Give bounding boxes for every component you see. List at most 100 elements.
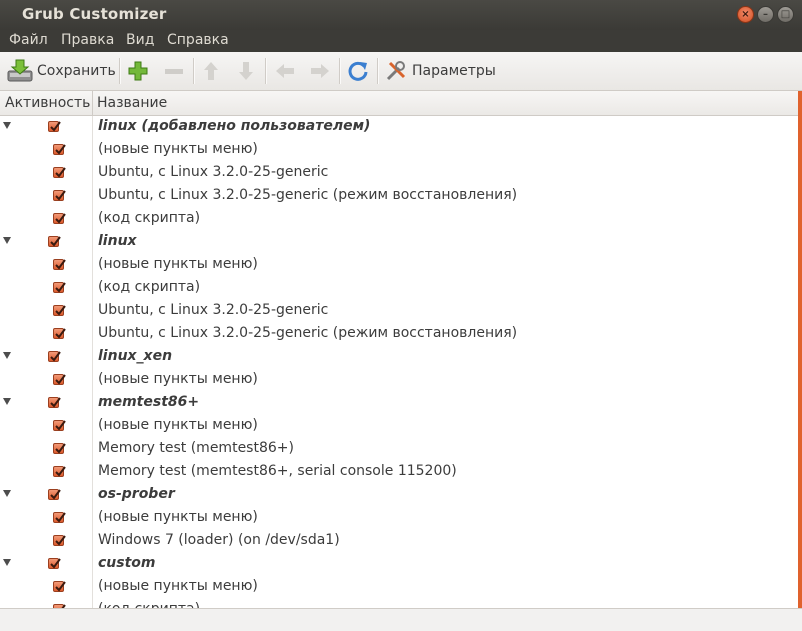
minimize-icon: – xyxy=(763,8,768,20)
active-checkbox[interactable] xyxy=(48,121,61,132)
tree-group-row[interactable]: custom xyxy=(0,553,798,576)
active-checkbox[interactable] xyxy=(53,144,66,155)
checkmark-icon xyxy=(55,443,66,454)
remove-button[interactable] xyxy=(162,57,186,85)
active-checkbox[interactable] xyxy=(53,328,66,339)
active-checkbox[interactable] xyxy=(53,374,66,385)
tree-entry-row[interactable]: Windows 7 (loader) (on /dev/sda1) xyxy=(0,530,798,553)
move-up-button[interactable] xyxy=(199,57,223,85)
active-checkbox[interactable] xyxy=(48,236,61,247)
menu-bar: Файл Правка Вид Справка xyxy=(0,30,802,52)
checkmark-icon xyxy=(55,144,66,155)
arrow-up-icon xyxy=(204,62,218,80)
expander-triangle-icon[interactable] xyxy=(3,559,11,566)
entry-name: Ubuntu, с Linux 3.2.0-25-generic (режим … xyxy=(98,187,518,203)
group-name: memtest86+ xyxy=(98,394,200,410)
expander-triangle-icon[interactable] xyxy=(3,237,11,244)
tree-entry-row[interactable]: Ubuntu, с Linux 3.2.0-25-generic xyxy=(0,300,798,323)
tree-group-row[interactable]: linux (добавлено пользователем) xyxy=(0,116,798,139)
menu-edit[interactable]: Правка xyxy=(61,32,114,48)
entry-name: (новые пункты меню) xyxy=(98,371,258,387)
close-button[interactable]: × xyxy=(737,6,754,23)
active-checkbox[interactable] xyxy=(53,190,66,201)
menu-help[interactable]: Справка xyxy=(167,32,229,48)
active-checkbox[interactable] xyxy=(53,305,66,316)
active-checkbox[interactable] xyxy=(48,351,61,362)
toolbar-separator xyxy=(119,58,121,84)
minimize-button[interactable]: – xyxy=(757,6,774,23)
settings-button[interactable]: Параметры xyxy=(384,57,496,85)
column-header-name[interactable]: Название xyxy=(97,95,167,111)
tree-group-row[interactable]: linux_xen xyxy=(0,346,798,369)
checkmark-icon xyxy=(55,466,66,477)
scrollbar[interactable] xyxy=(798,91,802,608)
tree-entry-row[interactable]: (новые пункты меню) xyxy=(0,507,798,530)
move-right-button[interactable] xyxy=(308,57,332,85)
minus-icon xyxy=(165,69,183,74)
tree-entry-row[interactable]: (код скрипта) xyxy=(0,208,798,231)
tree-entry-row[interactable]: (новые пункты меню) xyxy=(0,576,798,599)
tree-rows: linux (добавлено пользователем) (новые пу… xyxy=(0,116,798,608)
active-checkbox[interactable] xyxy=(53,581,66,592)
tree-entry-row[interactable]: (новые пункты меню) xyxy=(0,139,798,162)
entry-name: (новые пункты меню) xyxy=(98,509,258,525)
maximize-button[interactable]: □ xyxy=(777,6,794,23)
menu-file[interactable]: Файл xyxy=(9,32,48,48)
active-checkbox[interactable] xyxy=(53,282,66,293)
entry-name: (новые пункты меню) xyxy=(98,141,258,157)
active-checkbox[interactable] xyxy=(53,512,66,523)
reload-button[interactable] xyxy=(346,57,370,85)
toolbar: Сохранить Параметры xyxy=(0,52,802,91)
tree-entry-row[interactable]: Memory test (memtest86+) xyxy=(0,438,798,461)
active-checkbox[interactable] xyxy=(53,466,66,477)
active-checkbox[interactable] xyxy=(48,558,61,569)
entry-name: Memory test (memtest86+) xyxy=(98,440,294,456)
checkmark-icon xyxy=(50,351,61,362)
group-name: custom xyxy=(98,555,156,571)
save-icon xyxy=(7,59,33,82)
tree-entry-row[interactable]: (код скрипта) xyxy=(0,599,798,608)
expander-triangle-icon[interactable] xyxy=(3,490,11,497)
expander-triangle-icon[interactable] xyxy=(3,122,11,129)
expander-triangle-icon[interactable] xyxy=(3,352,11,359)
entry-name: Windows 7 (loader) (on /dev/sda1) xyxy=(98,532,340,548)
move-left-button[interactable] xyxy=(273,57,297,85)
move-down-button[interactable] xyxy=(234,57,258,85)
entries-tree: Активность Название linux (добавлено пол… xyxy=(0,91,798,608)
tree-entry-row[interactable]: Ubuntu, с Linux 3.2.0-25-generic (режим … xyxy=(0,185,798,208)
tree-entry-row[interactable]: (новые пункты меню) xyxy=(0,369,798,392)
active-checkbox[interactable] xyxy=(53,167,66,178)
maximize-icon: □ xyxy=(780,8,791,20)
tree-entry-row[interactable]: Memory test (memtest86+, serial console … xyxy=(0,461,798,484)
expander-triangle-icon[interactable] xyxy=(3,398,11,405)
add-button[interactable] xyxy=(126,57,150,85)
checkmark-icon xyxy=(55,259,66,270)
active-checkbox[interactable] xyxy=(48,489,61,500)
active-checkbox[interactable] xyxy=(48,397,61,408)
tree-group-row[interactable]: linux xyxy=(0,231,798,254)
active-checkbox[interactable] xyxy=(53,443,66,454)
column-header-active[interactable]: Активность xyxy=(5,95,90,111)
tree-group-row[interactable]: memtest86+ xyxy=(0,392,798,415)
entry-name: Ubuntu, с Linux 3.2.0-25-generic (режим … xyxy=(98,325,518,341)
active-checkbox[interactable] xyxy=(53,420,66,431)
active-checkbox[interactable] xyxy=(53,259,66,270)
plus-icon xyxy=(128,61,148,81)
status-bar xyxy=(0,608,802,631)
window-controls: × – □ xyxy=(737,6,794,23)
tree-entry-row[interactable]: (новые пункты меню) xyxy=(0,254,798,277)
checkmark-icon xyxy=(55,190,66,201)
refresh-icon xyxy=(348,61,368,81)
save-button[interactable]: Сохранить xyxy=(7,57,116,85)
menu-view[interactable]: Вид xyxy=(126,32,154,48)
tree-entry-row[interactable]: (новые пункты меню) xyxy=(0,415,798,438)
tree-entry-row[interactable]: Ubuntu, с Linux 3.2.0-25-generic (режим … xyxy=(0,323,798,346)
arrow-down-icon xyxy=(239,62,253,80)
tree-entry-row[interactable]: Ubuntu, с Linux 3.2.0-25-generic xyxy=(0,162,798,185)
checkmark-icon xyxy=(50,489,61,500)
active-checkbox[interactable] xyxy=(53,535,66,546)
active-checkbox[interactable] xyxy=(53,213,66,224)
toolbar-separator xyxy=(377,58,379,84)
tree-entry-row[interactable]: (код скрипта) xyxy=(0,277,798,300)
tree-group-row[interactable]: os-prober xyxy=(0,484,798,507)
